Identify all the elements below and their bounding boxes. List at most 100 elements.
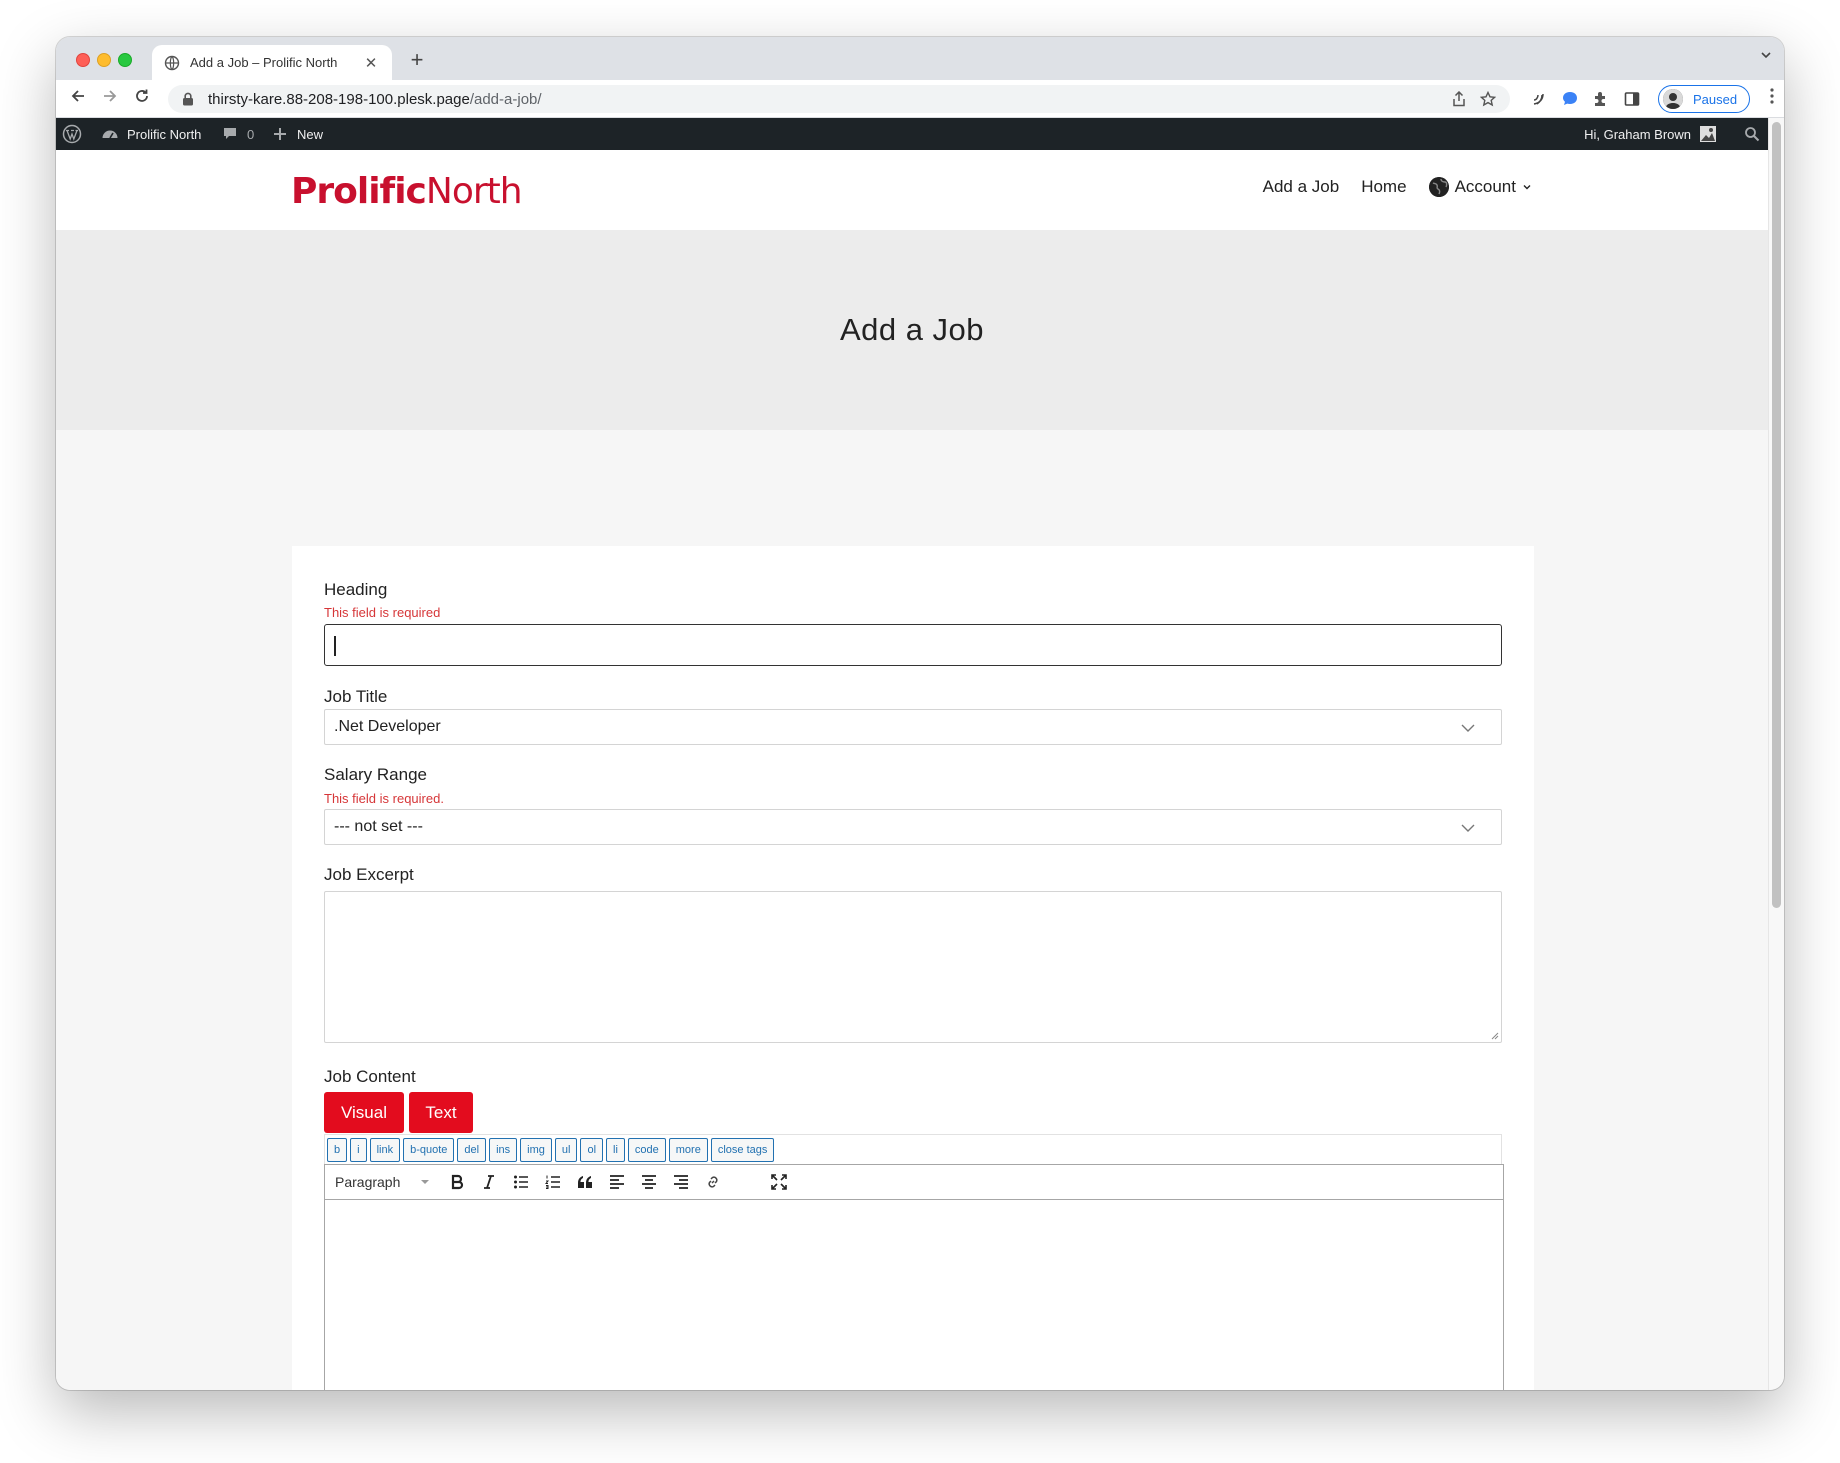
salary-range-select[interactable]: --- not set ---	[324, 809, 1502, 845]
lock-icon[interactable]	[182, 92, 194, 106]
tab-title: Add a Job – Prolific North	[190, 55, 338, 70]
visual-tab-button[interactable]: Visual	[324, 1092, 404, 1133]
page-content: ProlificNorth Add a Job Home Account Add…	[56, 150, 1768, 1390]
admin-new-label: New	[297, 126, 324, 142]
close-window-button[interactable]	[76, 53, 90, 67]
wp-admin-bar: Prolific North 0 New Hi, Graham Brown	[56, 118, 1768, 150]
site-logo[interactable]: ProlificNorth	[291, 169, 523, 214]
quicktag-italic-button[interactable]: i	[350, 1137, 367, 1162]
admin-site-link[interactable]: Prolific North	[100, 118, 201, 150]
scrollbar-thumb[interactable]	[1772, 122, 1781, 908]
job-title-select[interactable]: .Net Developer	[324, 709, 1502, 745]
dropdown-arrow-icon	[421, 1180, 429, 1184]
job-excerpt-textarea[interactable]	[324, 891, 1502, 1043]
address-bar[interactable]: thirsty-kare.88-208-198-100.plesk.page/a…	[168, 85, 1510, 113]
quicktag-ul-button[interactable]: ul	[554, 1137, 578, 1162]
nav-account[interactable]: Account	[1428, 177, 1532, 197]
numbered-list-icon[interactable]	[537, 1164, 569, 1200]
quicktag-ol-button[interactable]: ol	[580, 1137, 604, 1162]
job-content-editor[interactable]	[324, 1200, 1504, 1390]
admin-site-name: Prolific North	[127, 126, 202, 142]
format-select[interactable]: Paragraph	[325, 1164, 441, 1200]
user-avatar-icon	[1698, 124, 1718, 144]
salary-range-label: Salary Range	[324, 765, 428, 784]
resize-handle-icon[interactable]	[1490, 1031, 1499, 1040]
tab-search-chevron-icon[interactable]	[1760, 49, 1772, 64]
quicktag-close-tags-button[interactable]: close tags	[710, 1137, 775, 1162]
heading-input[interactable]	[324, 624, 1502, 666]
page-title: Add a Job	[839, 312, 985, 347]
quicktag-li-button[interactable]: li	[606, 1137, 625, 1162]
quicktag-code-button[interactable]: code	[627, 1137, 666, 1162]
tab-close-icon[interactable]: ✕	[362, 54, 380, 72]
plus-icon	[270, 124, 290, 144]
avatar	[1663, 89, 1683, 109]
quicktags-toolbar: b i link b-quote del ins img ul ol li co…	[324, 1134, 1502, 1164]
bookmark-star-icon[interactable]	[1479, 90, 1497, 111]
nav-account-label: Account	[1454, 177, 1516, 196]
page-scrollbar[interactable]	[1768, 118, 1784, 1390]
heading-label: Heading	[324, 580, 388, 599]
reload-icon[interactable]	[130, 87, 154, 111]
job-excerpt-label: Job Excerpt	[324, 865, 414, 884]
browser-window: Add a Job – Prolific North ✕ + thirsty-k…	[56, 37, 1784, 1390]
side-panel-icon[interactable]	[1621, 88, 1643, 110]
quicktag-blockquote-button[interactable]: b-quote	[403, 1137, 455, 1162]
add-job-form: Heading This field is required Job Title…	[292, 546, 1534, 1390]
extension-swirl-icon[interactable]	[1528, 88, 1550, 110]
blockquote-icon[interactable]	[569, 1164, 601, 1200]
align-right-icon[interactable]	[665, 1164, 697, 1200]
text-caret	[334, 636, 336, 656]
chevron-down-icon	[1461, 724, 1475, 732]
globe-icon	[1428, 177, 1449, 197]
puzzle-icon[interactable]	[1590, 88, 1612, 110]
align-center-icon[interactable]	[633, 1164, 665, 1200]
salary-range-value: --- not set ---	[334, 818, 423, 835]
browser-toolbar: thirsty-kare.88-208-198-100.plesk.page/a…	[56, 80, 1784, 118]
align-left-icon[interactable]	[601, 1164, 633, 1200]
profile-status: Paused	[1693, 91, 1738, 107]
quicktag-more-button[interactable]: more	[668, 1137, 708, 1162]
quicktag-img-button[interactable]: img	[520, 1137, 552, 1162]
salary-range-error: This field is required.	[324, 791, 444, 806]
forward-arrow-icon[interactable]	[98, 87, 122, 111]
profile-button[interactable]: Paused	[1658, 85, 1750, 113]
admin-greeting: Hi, Graham Brown	[1584, 126, 1691, 142]
maximize-window-button[interactable]	[118, 53, 132, 67]
back-arrow-icon[interactable]	[66, 87, 90, 111]
quicktag-link-button[interactable]: link	[369, 1137, 401, 1162]
nav-add-job[interactable]: Add a Job	[1263, 177, 1340, 197]
url-host: thirsty-kare.88-208-198-100.plesk.page	[208, 90, 470, 108]
comments-count: 0	[247, 126, 255, 142]
chat-extension-icon[interactable]	[1559, 88, 1581, 110]
format-select-value: Paragraph	[335, 1174, 401, 1190]
minimize-window-button[interactable]	[97, 53, 111, 67]
job-content-label: Job Content	[324, 1067, 416, 1086]
browser-menu-icon[interactable]	[1770, 88, 1774, 109]
admin-account-link[interactable]: Hi, Graham Brown	[1584, 118, 1718, 150]
italic-icon[interactable]	[473, 1164, 505, 1200]
quicktag-ins-button[interactable]: ins	[489, 1137, 518, 1162]
logo-text-bold: Prolific	[291, 171, 427, 212]
bold-icon[interactable]	[441, 1164, 473, 1200]
wordpress-logo-icon[interactable]	[62, 118, 82, 150]
fullscreen-icon[interactable]	[763, 1164, 795, 1200]
text-tab-button[interactable]: Text	[409, 1092, 473, 1133]
quicktag-bold-button[interactable]: b	[327, 1137, 348, 1162]
admin-new-link[interactable]: New	[270, 118, 323, 150]
chevron-down-icon	[1461, 824, 1475, 832]
nav-home[interactable]: Home	[1361, 177, 1406, 197]
admin-search-icon[interactable]	[1744, 118, 1760, 150]
browser-tab[interactable]: Add a Job – Prolific North ✕	[152, 45, 392, 80]
bullet-list-icon[interactable]	[505, 1164, 537, 1200]
editor-toolbar: Paragraph	[324, 1164, 1504, 1200]
main-nav: Add a Job Home Account	[1263, 177, 1532, 197]
quicktag-del-button[interactable]: del	[457, 1137, 487, 1162]
comment-bubble-icon	[220, 124, 240, 144]
admin-comments-link[interactable]: 0	[220, 118, 254, 150]
link-icon[interactable]	[697, 1164, 729, 1200]
job-title-label: Job Title	[324, 687, 388, 706]
page-hero: Add a Job	[56, 230, 1768, 430]
new-tab-button[interactable]: +	[402, 45, 432, 75]
share-icon[interactable]	[1452, 90, 1466, 111]
